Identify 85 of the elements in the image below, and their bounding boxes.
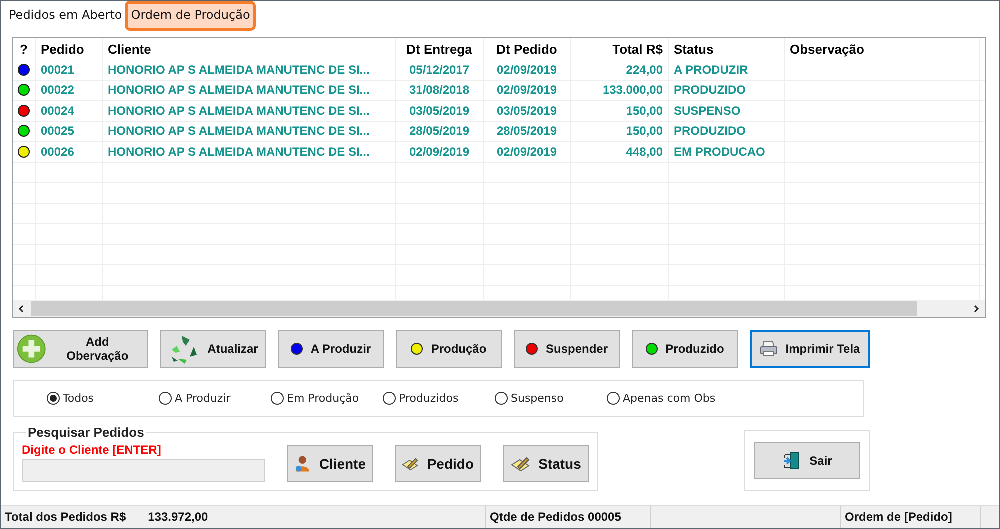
total-cell: 448,00 xyxy=(571,142,669,162)
search-button[interactable]: Status xyxy=(503,445,589,482)
scroll-right-icon[interactable] xyxy=(972,304,980,312)
action-button[interactable]: Imprimir Tela xyxy=(750,330,870,368)
filter-radio[interactable]: Suspenso xyxy=(495,392,607,405)
search-field[interactable] xyxy=(22,459,265,482)
client-cell: HONORIO AP S ALMEIDA MANUTENC DE SI... xyxy=(103,122,396,141)
order-date-cell: 03/05/2019 xyxy=(484,101,571,120)
column-header[interactable]: Dt Pedido xyxy=(484,38,571,60)
action-button[interactable]: Produzido xyxy=(632,330,738,368)
sort-order: Ordem de [Pedido] xyxy=(845,510,952,524)
total-label: Total dos Pedidos R$ xyxy=(5,510,126,524)
order-date-cell: 02/09/2019 xyxy=(484,80,571,100)
column-header[interactable]: Status xyxy=(669,38,785,60)
order-number-cell: 00024 xyxy=(36,101,103,120)
tab[interactable]: Ordem de Produção xyxy=(128,4,254,28)
radio-label: A Produzir xyxy=(175,392,231,405)
order-number-cell: 00025 xyxy=(36,122,103,141)
client-cell: HONORIO AP S ALMEIDA MANUTENC DE SI... xyxy=(103,101,396,120)
person-icon xyxy=(294,454,312,472)
door-icon xyxy=(782,450,802,470)
filter-radio[interactable]: Produzidos xyxy=(383,392,495,405)
order-number-cell: 00026 xyxy=(36,142,103,162)
action-button[interactable]: Add Obervação xyxy=(13,330,148,368)
client-cell: HONORIO AP S ALMEIDA MANUTENC DE SI... xyxy=(103,142,396,162)
radio-circle-icon[interactable] xyxy=(47,392,60,405)
status-cell: PRODUZIDO xyxy=(669,80,785,100)
radio-circle-icon[interactable] xyxy=(607,392,620,405)
order-date-cell: 02/09/2019 xyxy=(484,60,571,80)
horizontal-scrollbar[interactable] xyxy=(13,300,985,317)
total-cell: 150,00 xyxy=(571,101,669,120)
status-cell: A PRODUZIR xyxy=(669,60,785,80)
delivery-date-cell: 03/05/2019 xyxy=(396,101,484,120)
radio-circle-icon[interactable] xyxy=(271,392,284,405)
order-count: Qtde de Pedidos 00005 xyxy=(490,510,622,524)
radio-label: Produzidos xyxy=(399,392,459,405)
delivery-date-cell: 05/12/2017 xyxy=(396,60,484,80)
group-title: Pesquisar Pedidos xyxy=(27,425,146,440)
radio-circle-icon[interactable] xyxy=(159,392,172,405)
column-header[interactable]: Observação xyxy=(785,38,980,60)
order-number-cell: 00021 xyxy=(36,60,103,80)
radio-circle-icon[interactable] xyxy=(495,392,508,405)
radio-label: Todos xyxy=(63,392,94,405)
total-cell: 224,00 xyxy=(571,60,669,80)
order-number-cell: 00022 xyxy=(36,80,103,100)
search-button[interactable]: Cliente xyxy=(287,445,373,482)
filter-radio[interactable]: Todos xyxy=(47,392,159,405)
column-header[interactable]: Total R$ xyxy=(571,38,669,60)
total-cell: 150,00 xyxy=(571,122,669,141)
radio-circle-icon[interactable] xyxy=(383,392,396,405)
status-cell: EM PRODUCAO xyxy=(669,142,785,162)
printer-icon xyxy=(760,341,778,357)
action-button[interactable]: Suspender xyxy=(514,330,620,368)
radio-label: Apenas com Obs xyxy=(623,392,716,405)
action-button[interactable]: Produção xyxy=(396,330,502,368)
action-button[interactable]: A Produzir xyxy=(278,330,384,368)
client-cell: HONORIO AP S ALMEIDA MANUTENC DE SI... xyxy=(103,60,396,80)
action-button[interactable]: Atualizar xyxy=(160,330,266,368)
client-cell: HONORIO AP S ALMEIDA MANUTENC DE SI... xyxy=(103,80,396,100)
column-header[interactable]: Cliente xyxy=(103,38,396,60)
radio-label: Suspenso xyxy=(511,392,564,405)
column-header[interactable]: Pedido xyxy=(36,38,103,60)
filter-radio[interactable]: A Produzir xyxy=(159,392,271,405)
column-header[interactable]: ? xyxy=(13,38,36,60)
search-button[interactable]: Pedido xyxy=(395,445,481,482)
scroll-left-icon[interactable] xyxy=(18,304,26,312)
radio-label: Em Produção xyxy=(287,392,360,405)
filter-radio[interactable]: Apenas com Obs xyxy=(607,392,719,405)
status-cell: PRODUZIDO xyxy=(669,122,785,141)
delivery-date-cell: 31/08/2018 xyxy=(396,80,484,100)
plus-icon xyxy=(17,334,46,364)
delivery-date-cell: 02/09/2019 xyxy=(396,142,484,162)
filter-radio[interactable]: Em Produção xyxy=(271,392,383,405)
tab[interactable]: Pedidos em Aberto xyxy=(6,4,126,28)
search-hint: Digite o Cliente [ENTER] xyxy=(22,443,162,457)
order-date-cell: 02/09/2019 xyxy=(484,142,571,162)
status-cell: SUSPENSO xyxy=(669,101,785,120)
column-header[interactable]: Dt Entrega xyxy=(396,38,484,60)
pencil-paper-icon xyxy=(510,456,531,472)
total-cell: 133.000,00 xyxy=(571,80,669,100)
order-date-cell: 28/05/2019 xyxy=(484,122,571,141)
total-value: 133.972,00 xyxy=(148,510,208,524)
exit-button[interactable]: Sair xyxy=(754,442,860,479)
delivery-date-cell: 28/05/2019 xyxy=(396,122,484,141)
pencil-paper-icon xyxy=(402,456,420,472)
